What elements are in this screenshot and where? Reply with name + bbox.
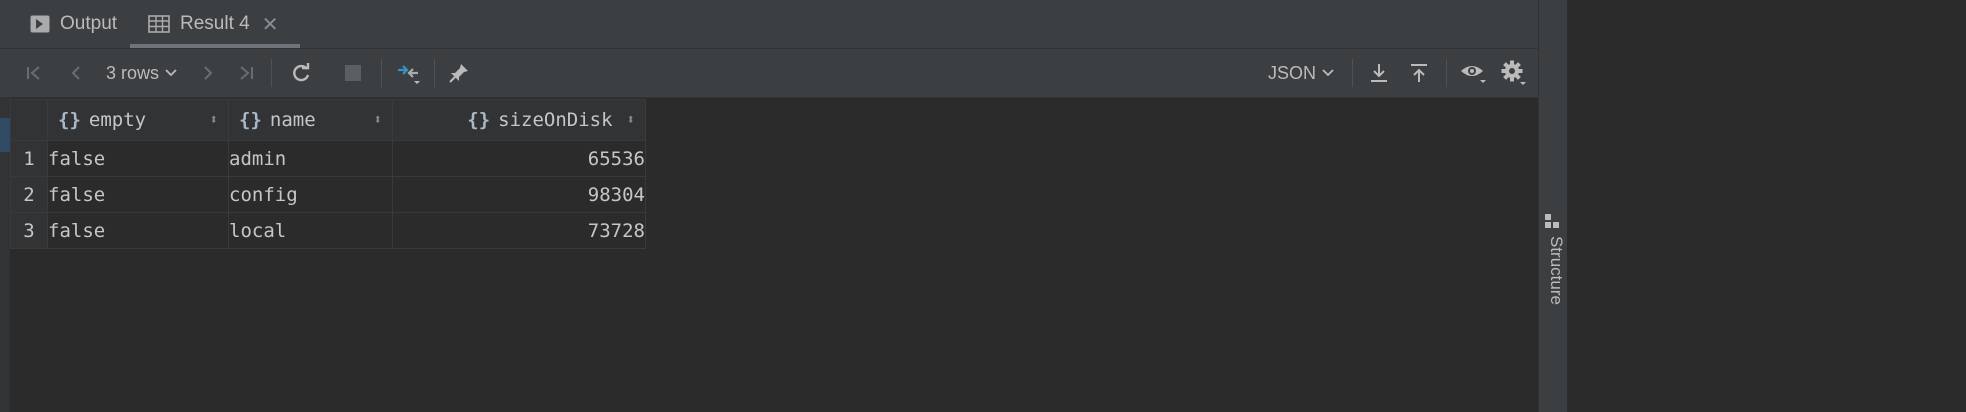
cell-name[interactable]: admin	[228, 140, 393, 177]
chevron-down-icon	[165, 69, 177, 77]
cell-empty[interactable]: false	[47, 176, 229, 213]
row-number: 1	[10, 140, 48, 177]
rows-count-label: 3 rows	[106, 62, 160, 83]
object-icon: {}	[467, 109, 491, 131]
stop-icon[interactable]	[344, 49, 362, 97]
upload-icon[interactable]	[1408, 49, 1430, 97]
toolbar-divider	[271, 59, 272, 87]
settings-icon[interactable]	[1500, 49, 1528, 97]
object-icon: {}	[58, 109, 81, 131]
format-label: JSON	[1268, 62, 1317, 83]
column-header-sizeondisk[interactable]: {} sizeOnDisk ⬍	[392, 99, 646, 141]
prev-page-icon[interactable]	[66, 49, 86, 97]
table-header-row: {} empty ⬍ {} name ⬍ {} sizeOnDisk ⬍	[10, 99, 646, 141]
result-toolbar: 3 rows JSON	[0, 49, 1538, 98]
toolbar-divider	[381, 59, 382, 87]
download-icon[interactable]	[1368, 49, 1390, 97]
result-panel: Output Result 4 ✕ 3 rows JSON {} empty ⬍…	[0, 0, 1966, 412]
column-label: sizeOnDisk	[498, 109, 613, 131]
sort-icon[interactable]: ⬍	[210, 112, 218, 128]
table-icon	[148, 15, 170, 33]
last-page-icon[interactable]	[236, 49, 256, 97]
table-row[interactable]: 1 false admin 65536	[10, 140, 646, 177]
close-icon[interactable]: ✕	[262, 12, 279, 37]
tab-bar: Output Result 4 ✕	[0, 0, 1538, 49]
row-number: 2	[10, 176, 48, 213]
cell-sizeondisk[interactable]: 65536	[392, 140, 646, 177]
sort-icon[interactable]: ⬍	[627, 112, 635, 128]
structure-icon	[1545, 214, 1559, 233]
format-dropdown[interactable]: JSON	[1268, 49, 1334, 97]
sort-icon[interactable]: ⬍	[374, 112, 382, 128]
cell-name[interactable]: local	[228, 212, 393, 249]
refresh-icon[interactable]	[290, 49, 312, 97]
column-label: empty	[88, 109, 147, 131]
structure-tool-button[interactable]: Structure	[1538, 236, 1566, 305]
row-number-header	[10, 99, 48, 141]
rows-count-dropdown[interactable]: 3 rows	[106, 49, 177, 97]
cell-sizeondisk[interactable]: 98304	[392, 176, 646, 213]
tab-result-4[interactable]: Result 4 ✕	[129, 0, 302, 48]
tab-output[interactable]: Output	[30, 0, 117, 48]
cell-empty[interactable]: false	[47, 140, 229, 177]
column-label: name	[269, 109, 316, 131]
result-table: {} empty ⬍ {} name ⬍ {} sizeOnDisk ⬍ 1 f…	[10, 99, 646, 249]
tab-result-label: Result 4	[180, 13, 250, 34]
table-row[interactable]: 3 false local 73728	[10, 212, 646, 249]
right-tool-strip	[1538, 0, 1567, 412]
pin-icon[interactable]	[448, 49, 470, 97]
chevron-down-icon	[1322, 69, 1334, 77]
row-number: 3	[10, 212, 48, 249]
toolbar-divider	[1446, 59, 1447, 87]
view-icon[interactable]	[1460, 49, 1488, 97]
column-header-name[interactable]: {} name ⬍	[228, 99, 393, 141]
table-row[interactable]: 2 false config 98304	[10, 176, 646, 213]
column-header-empty[interactable]: {} empty ⬍	[47, 99, 229, 141]
toolbar-divider	[1352, 59, 1353, 87]
object-icon: {}	[239, 109, 262, 131]
cell-name[interactable]: config	[228, 176, 393, 213]
tab-output-label: Output	[60, 13, 118, 34]
first-page-icon[interactable]	[24, 49, 44, 97]
toolbar-divider	[434, 59, 435, 87]
compare-icon[interactable]	[396, 49, 422, 97]
cell-sizeondisk[interactable]: 73728	[392, 212, 646, 249]
console-play-icon	[30, 15, 50, 33]
cell-empty[interactable]: false	[47, 212, 229, 249]
next-page-icon[interactable]	[198, 49, 218, 97]
gutter-highlight	[0, 118, 10, 152]
